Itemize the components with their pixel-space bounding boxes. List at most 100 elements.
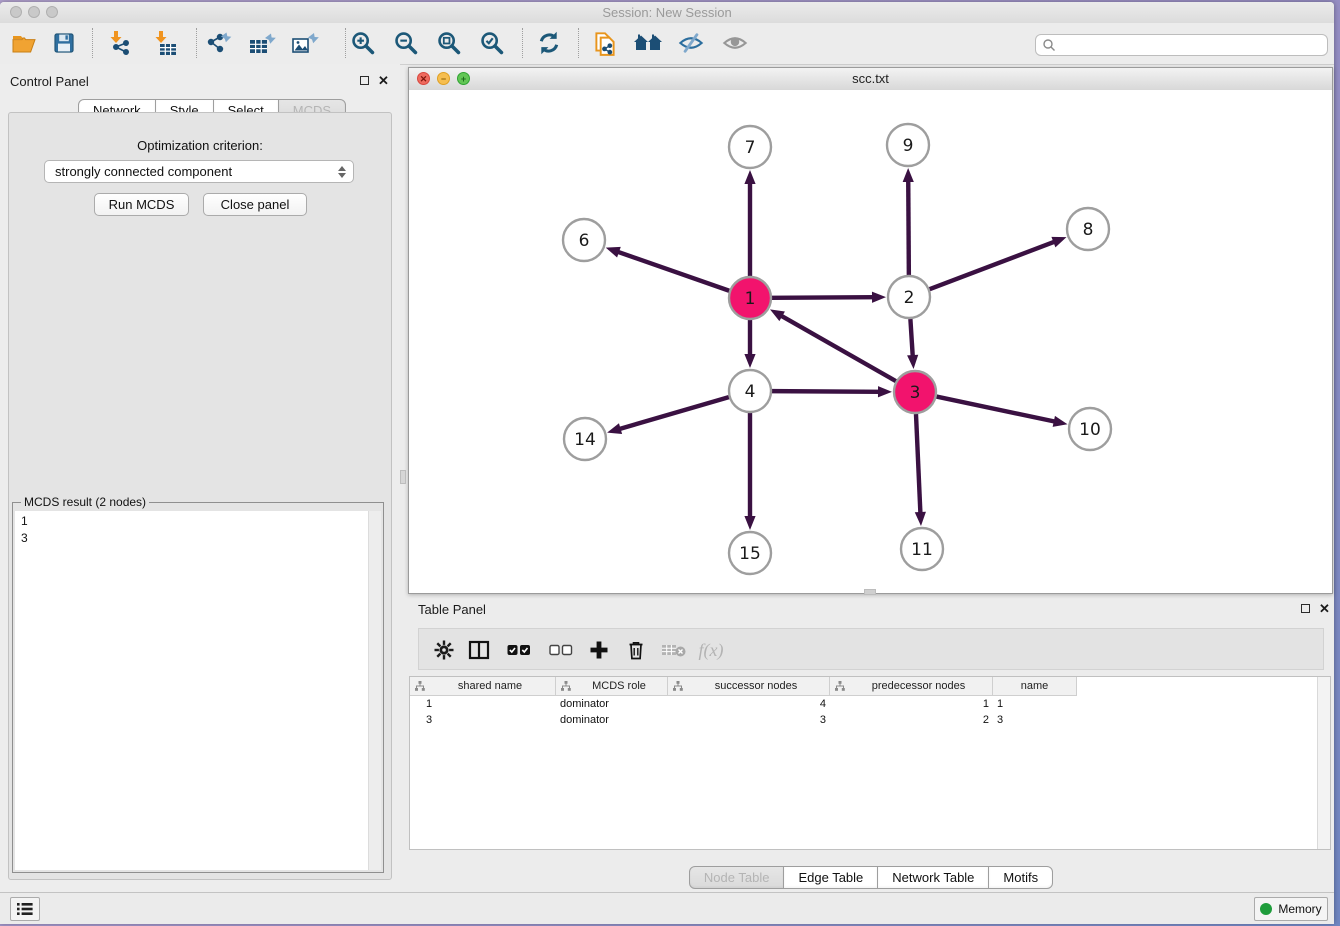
cell-shared-name[interactable]: 3	[410, 712, 556, 728]
save-session-icon[interactable]	[46, 26, 82, 60]
graph-node-14[interactable]: 14	[564, 418, 606, 460]
tab-node-table[interactable]: Node Table	[689, 866, 785, 889]
optimization-criterion-select[interactable]: strongly connected component	[44, 160, 354, 183]
graph-node-11[interactable]: 11	[901, 528, 943, 570]
run-mcds-button[interactable]: Run MCDS	[94, 193, 189, 216]
graph-node-9[interactable]: 9	[887, 124, 929, 166]
graph-edge-4-14[interactable]	[619, 397, 729, 429]
graph-node-1[interactable]: 1	[729, 277, 771, 319]
delete-table-icon[interactable]	[658, 635, 690, 665]
graph-node-8[interactable]: 8	[1067, 208, 1109, 250]
table-settings-gear-icon[interactable]	[428, 635, 460, 665]
close-panel-button[interactable]: Close panel	[203, 193, 307, 216]
attribute-tree-icon	[561, 681, 571, 691]
import-table-icon[interactable]	[147, 26, 183, 60]
graph-node-6[interactable]: 6	[563, 219, 605, 261]
show-graphics-details-icon[interactable]	[717, 26, 753, 60]
float-panel-icon[interactable]	[360, 76, 369, 85]
clone-network-icon[interactable]	[587, 26, 623, 60]
graph-edge-2-9[interactable]	[908, 180, 909, 275]
cell-successor-nodes[interactable]: 3	[668, 712, 830, 728]
cell-predecessor-nodes[interactable]: 1	[830, 696, 993, 712]
search-input[interactable]	[1056, 37, 1327, 53]
zoom-selected-icon[interactable]	[474, 26, 510, 60]
select-value: strongly connected component	[55, 164, 232, 179]
delete-column-trash-icon[interactable]	[620, 635, 652, 665]
cell-name[interactable]: 1	[993, 696, 1077, 712]
graph-edge-4-3[interactable]	[772, 391, 880, 392]
cell-MCDS-role[interactable]: dominator	[556, 696, 668, 712]
graph-edge-arrowhead	[607, 423, 622, 434]
mcds-result-area[interactable]: 1 3	[15, 511, 381, 870]
network-window-titlebar[interactable]: ✕ − + scc.txt	[409, 68, 1332, 91]
cell-MCDS-role[interactable]: dominator	[556, 712, 668, 728]
graph-edge-3-10[interactable]	[937, 397, 1056, 422]
hide-graphics-details-icon[interactable]	[673, 26, 709, 60]
graph-edge-1-6[interactable]	[617, 252, 729, 291]
select-all-icon[interactable]	[503, 635, 535, 665]
network-canvas[interactable]: 7 9 6 8 1 2 4 3 14 10 15 11	[409, 90, 1332, 593]
graph-edge-2-3[interactable]	[910, 319, 912, 357]
cell-predecessor-nodes[interactable]: 2	[830, 712, 993, 728]
memory-button[interactable]: Memory	[1254, 897, 1328, 921]
table-close-panel-icon[interactable]: ✕	[1319, 604, 1330, 614]
svg-text:10: 10	[1079, 420, 1101, 440]
tab-network-table[interactable]: Network Table	[877, 866, 989, 889]
table-row[interactable]: 3dominator323	[410, 712, 1317, 728]
export-table-icon[interactable]	[244, 26, 280, 60]
show-columns-icon[interactable]	[463, 635, 495, 665]
column-header-shared-name[interactable]: shared name	[410, 677, 556, 696]
table-panel-tabs: Node TableEdge TableNetwork TableMotifs	[408, 866, 1334, 889]
cell-shared-name[interactable]: 1	[410, 696, 556, 712]
function-builder-icon[interactable]: f(x)	[695, 635, 727, 665]
graph-node-7[interactable]: 7	[729, 126, 771, 168]
control-panel: Control Panel ✕ NetworkStyleSelectMCDS O…	[0, 64, 400, 892]
import-network-icon[interactable]	[102, 26, 138, 60]
cell-name[interactable]: 3	[993, 712, 1077, 728]
result-scrollbar[interactable]	[368, 511, 381, 870]
home-icon[interactable]	[630, 26, 666, 60]
table-scrollbar[interactable]	[1317, 677, 1330, 849]
column-header-name[interactable]: name	[993, 677, 1077, 696]
column-header-MCDS-role[interactable]: MCDS role	[556, 677, 668, 696]
column-header-predecessor-nodes[interactable]: predecessor nodes	[830, 677, 993, 696]
graph-node-10[interactable]: 10	[1069, 408, 1111, 450]
open-session-icon[interactable]	[6, 26, 42, 60]
graph-edge-1-2[interactable]	[772, 297, 874, 298]
create-column-icon[interactable]	[583, 635, 615, 665]
unselect-all-icon[interactable]	[545, 635, 577, 665]
status-bar: Memory	[0, 892, 1334, 924]
graph-edge-3-11[interactable]	[916, 414, 920, 514]
zoom-in-icon[interactable]	[345, 26, 381, 60]
graph-node-15[interactable]: 15	[729, 532, 771, 574]
graph-edge-3-1[interactable]	[780, 315, 895, 381]
graph-edge-arrowhead	[1053, 416, 1068, 427]
table-row[interactable]: 1dominator411	[410, 696, 1317, 712]
svg-text:11: 11	[911, 540, 933, 560]
zoom-out-icon[interactable]	[388, 26, 424, 60]
zoom-fit-icon[interactable]	[431, 26, 467, 60]
tab-edge-table[interactable]: Edge Table	[783, 866, 878, 889]
graph-node-3[interactable]: 3	[894, 371, 936, 413]
main-toolbar	[0, 23, 1334, 65]
column-header-successor-nodes[interactable]: successor nodes	[668, 677, 830, 696]
vertical-splitter-handle[interactable]	[400, 470, 406, 484]
graph-edge-arrowhead	[907, 355, 918, 369]
export-network-icon[interactable]	[201, 26, 237, 60]
search-icon	[1042, 38, 1056, 52]
graph-node-2[interactable]: 2	[888, 276, 930, 318]
close-panel-icon[interactable]: ✕	[378, 76, 389, 86]
refresh-style-icon[interactable]	[531, 26, 567, 60]
horizontal-splitter-handle[interactable]	[864, 589, 876, 595]
table-header-row: shared nameMCDS rolesuccessor nodesprede…	[410, 677, 1077, 696]
tab-motifs[interactable]: Motifs	[988, 866, 1053, 889]
select-stepper-icon	[338, 166, 346, 178]
task-history-button[interactable]	[10, 897, 40, 921]
export-image-icon[interactable]	[287, 26, 323, 60]
graph-edge-arrowhead	[915, 512, 926, 526]
table-float-panel-icon[interactable]	[1301, 604, 1310, 613]
graph-edge-2-8[interactable]	[930, 241, 1056, 289]
cell-successor-nodes[interactable]: 4	[668, 696, 830, 712]
graph-node-4[interactable]: 4	[729, 370, 771, 412]
search-field[interactable]	[1035, 34, 1328, 56]
